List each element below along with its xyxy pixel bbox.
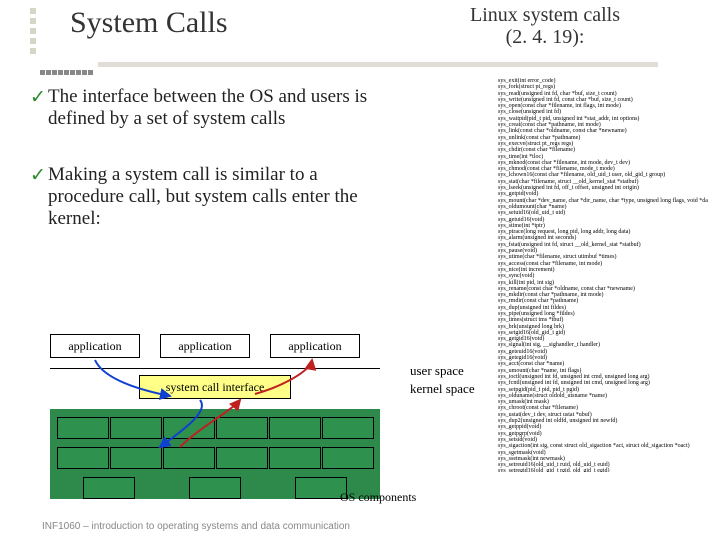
footer-text: INF1060 – introduction to operating syst… bbox=[42, 521, 350, 532]
sci-row: system call interface bbox=[50, 375, 380, 399]
syscall-diagram: application application application syst… bbox=[50, 334, 420, 499]
bullet-2: ✓Making a system call is similar to a pr… bbox=[30, 164, 410, 230]
os-block bbox=[322, 417, 374, 439]
bullet-1-text: The interface between the OS and users i… bbox=[48, 86, 398, 130]
os-block bbox=[269, 417, 321, 439]
os-block bbox=[163, 417, 215, 439]
syscall-list: sys_exit(int error_code) sys_fork(struct… bbox=[498, 78, 708, 472]
os-block bbox=[163, 447, 215, 469]
user-space-label: user space bbox=[410, 362, 475, 380]
os-block bbox=[322, 447, 374, 469]
os-block bbox=[110, 417, 162, 439]
kernel-space-label: kernel space bbox=[410, 380, 475, 398]
check-icon: ✓ bbox=[30, 164, 48, 187]
os-block bbox=[189, 477, 241, 499]
subtitle-line1: Linux system calls bbox=[470, 4, 620, 26]
bullet-1: ✓The interface between the OS and users … bbox=[30, 86, 410, 130]
page-subtitle: Linux system calls (2. 4. 19): bbox=[470, 4, 620, 48]
bullet-list: ✓The interface between the OS and users … bbox=[30, 86, 410, 264]
check-icon: ✓ bbox=[30, 86, 48, 109]
slide-header: System Calls Linux system calls (2. 4. 1… bbox=[0, 0, 720, 70]
os-label: OS components bbox=[340, 490, 416, 505]
os-components-box bbox=[50, 409, 380, 499]
sci-box: system call interface bbox=[139, 375, 291, 399]
os-block bbox=[83, 477, 135, 499]
app-box-3: application bbox=[270, 334, 360, 358]
os-block bbox=[216, 417, 268, 439]
os-block bbox=[216, 447, 268, 469]
divider-dots bbox=[40, 62, 680, 68]
space-labels: user space kernel space bbox=[410, 362, 475, 398]
bullet-2-text: Making a system call is similar to a pro… bbox=[48, 164, 398, 230]
os-block bbox=[110, 447, 162, 469]
app-box-1: application bbox=[50, 334, 140, 358]
space-divider bbox=[50, 368, 380, 369]
subtitle-line2: (2. 4. 19): bbox=[506, 26, 585, 48]
os-block bbox=[269, 447, 321, 469]
app-box-2: application bbox=[160, 334, 250, 358]
page-title: System Calls bbox=[70, 6, 228, 40]
os-block bbox=[57, 447, 109, 469]
application-row: application application application bbox=[50, 334, 420, 358]
os-block bbox=[57, 417, 109, 439]
